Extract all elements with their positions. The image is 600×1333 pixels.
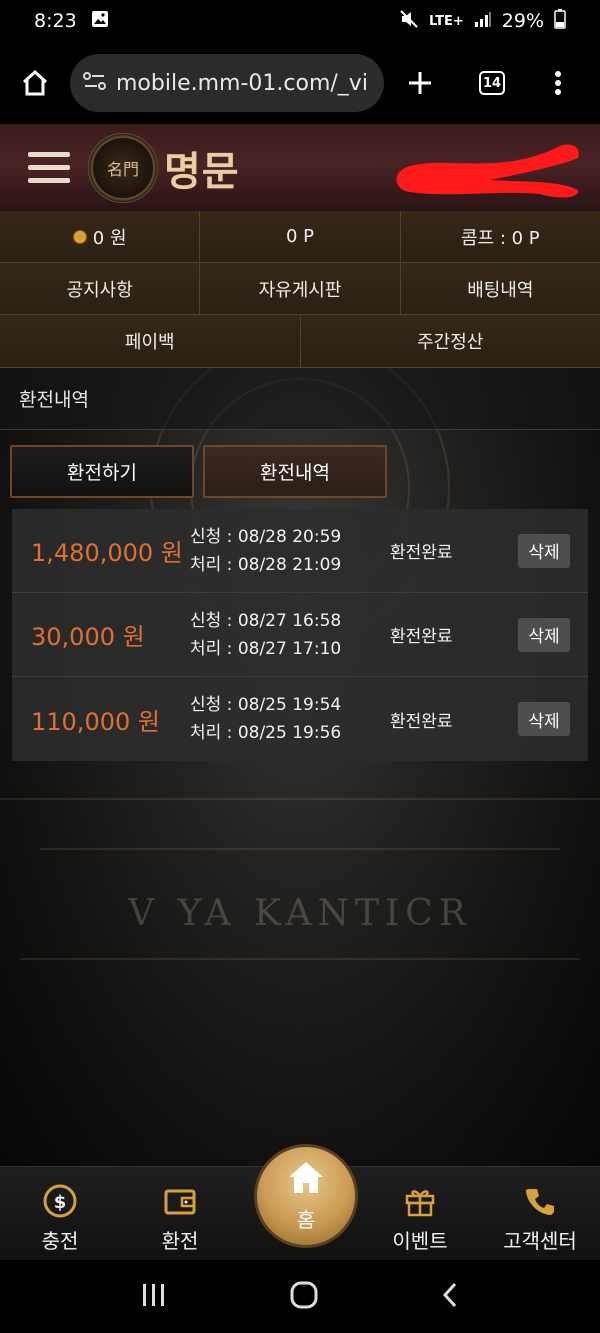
nav-home-button[interactable]: 홈 — [254, 1144, 358, 1248]
menu-bet-history[interactable]: 배팅내역 — [400, 263, 600, 314]
account-summary-grid: 0 원 0 P 콤프 : 0 P 공지사항 자유게시판 배팅내역 페이백 주간정… — [0, 211, 600, 368]
menu-notice[interactable]: 공지사항 — [0, 263, 201, 314]
page-title: 환전내역 — [0, 368, 600, 430]
record-requested: 신청 : 08/27 16:58 — [190, 610, 342, 631]
tab-exchange-request[interactable]: 환전하기 — [10, 445, 194, 498]
list-item: 1,480,000 원 신청 : 08/28 20:59 처리 : 08/28 … — [12, 509, 588, 593]
new-tab-button[interactable] — [384, 70, 456, 96]
menu-weekly-settlement[interactable]: 주간정산 — [300, 315, 600, 367]
house-icon — [287, 1160, 325, 1198]
list-item: 30,000 원 신청 : 08/27 16:58 처리 : 08/27 17:… — [12, 593, 588, 677]
nav-support-label: 고객센터 — [503, 1229, 577, 1253]
record-amount: 30,000 원 — [31, 623, 145, 651]
nav-deposit-label: 충전 — [41, 1229, 79, 1253]
dollar-coin-icon: $ — [42, 1183, 78, 1219]
plus-icon — [409, 72, 431, 94]
status-time: 8:23 — [34, 10, 77, 32]
address-bar[interactable]: mobile.mm-01.com/_vi — [70, 54, 384, 112]
comp-balance: 콤프 : 0 P — [400, 211, 600, 262]
phone-icon — [522, 1183, 558, 1219]
home-icon — [22, 69, 48, 96]
tab-switcher-button[interactable]: 14 — [456, 71, 528, 95]
coin-icon — [72, 229, 87, 244]
record-processed: 처리 : 08/25 19:56 — [190, 723, 342, 743]
logo-glyph: 名門 — [106, 159, 139, 179]
nav-event-label: 이벤트 — [392, 1229, 448, 1253]
record-status: 환전완료 — [390, 543, 453, 563]
browser-toolbar: mobile.mm-01.com/_vi 14 — [0, 42, 600, 124]
recent-apps-icon[interactable] — [140, 1282, 168, 1312]
site-header: 名門 명문 — [0, 124, 600, 211]
tab-exchange-history[interactable]: 환전내역 — [203, 445, 387, 498]
nav-deposit[interactable]: $ 충전 — [0, 1167, 120, 1260]
nav-support[interactable]: 고객센터 — [480, 1167, 600, 1260]
system-navigation-bar — [0, 1260, 600, 1333]
brand-logo[interactable]: 名門 — [88, 132, 158, 203]
money-value: 0 원 — [92, 227, 127, 249]
gallery-icon — [91, 10, 109, 33]
record-status: 환전완료 — [390, 627, 453, 647]
background-decor-text: V YA KANTICR — [128, 893, 472, 934]
url-text: mobile.mm-01.com/_vi — [116, 70, 368, 96]
exchange-history-list: 1,480,000 원 신청 : 08/28 20:59 처리 : 08/28 … — [12, 509, 588, 761]
record-amount: 1,480,000 원 — [31, 539, 183, 567]
signal-icon — [474, 10, 492, 32]
battery-text: 29% — [501, 10, 544, 32]
redaction-mark — [396, 144, 579, 197]
record-requested: 신청 : 08/28 20:59 — [190, 526, 342, 547]
network-type: LTE+ — [428, 13, 464, 29]
battery-icon — [554, 8, 566, 34]
menu-free-board[interactable]: 자유게시판 — [200, 263, 401, 314]
list-item: 110,000 원 신청 : 08/25 19:54 처리 : 08/25 19… — [12, 677, 588, 761]
tab-count: 14 — [479, 71, 505, 95]
record-dates: 신청 : 08/25 19:54 처리 : 08/25 19:56 — [190, 691, 341, 747]
delete-button[interactable]: 삭제 — [518, 702, 570, 736]
kebab-menu-icon — [555, 71, 561, 95]
browser-menu-button[interactable] — [528, 70, 588, 96]
nav-home-label: 홈 — [296, 1207, 316, 1232]
svg-text:$: $ — [54, 1192, 67, 1213]
site-settings-icon[interactable] — [82, 70, 108, 96]
record-dates: 신청 : 08/28 20:59 처리 : 08/28 21:09 — [190, 523, 341, 579]
record-processed: 처리 : 08/27 17:10 — [190, 638, 342, 659]
record-processed: 처리 : 08/28 21:09 — [190, 554, 342, 575]
record-requested: 신청 : 08/25 19:54 — [190, 695, 342, 715]
wallet-icon — [162, 1183, 198, 1219]
record-status: 환전완료 — [390, 711, 453, 732]
system-home-icon[interactable] — [289, 1280, 319, 1314]
record-dates: 신청 : 08/27 16:58 처리 : 08/27 17:10 — [190, 607, 341, 663]
mute-icon — [399, 9, 419, 34]
nav-withdraw-label: 환전 — [161, 1229, 199, 1253]
gift-icon — [402, 1183, 438, 1219]
money-balance: 0 원 — [0, 211, 201, 262]
brand-name[interactable]: 명문 — [164, 139, 240, 197]
point-balance: 0 P — [200, 211, 401, 262]
status-bar: 8:23 LTE+ 29% — [0, 0, 600, 42]
nav-withdraw[interactable]: 환전 — [120, 1167, 240, 1260]
browser-home-button[interactable] — [0, 68, 70, 98]
record-amount: 110,000 원 — [31, 707, 160, 736]
nav-event[interactable]: 이벤트 — [360, 1167, 480, 1260]
delete-button[interactable]: 삭제 — [518, 533, 570, 568]
menu-payback[interactable]: 페이백 — [0, 315, 301, 367]
delete-button[interactable]: 삭제 — [518, 617, 570, 652]
user-info-redacted — [390, 136, 586, 200]
hamburger-menu-icon[interactable] — [28, 152, 70, 183]
back-icon[interactable] — [440, 1281, 460, 1313]
